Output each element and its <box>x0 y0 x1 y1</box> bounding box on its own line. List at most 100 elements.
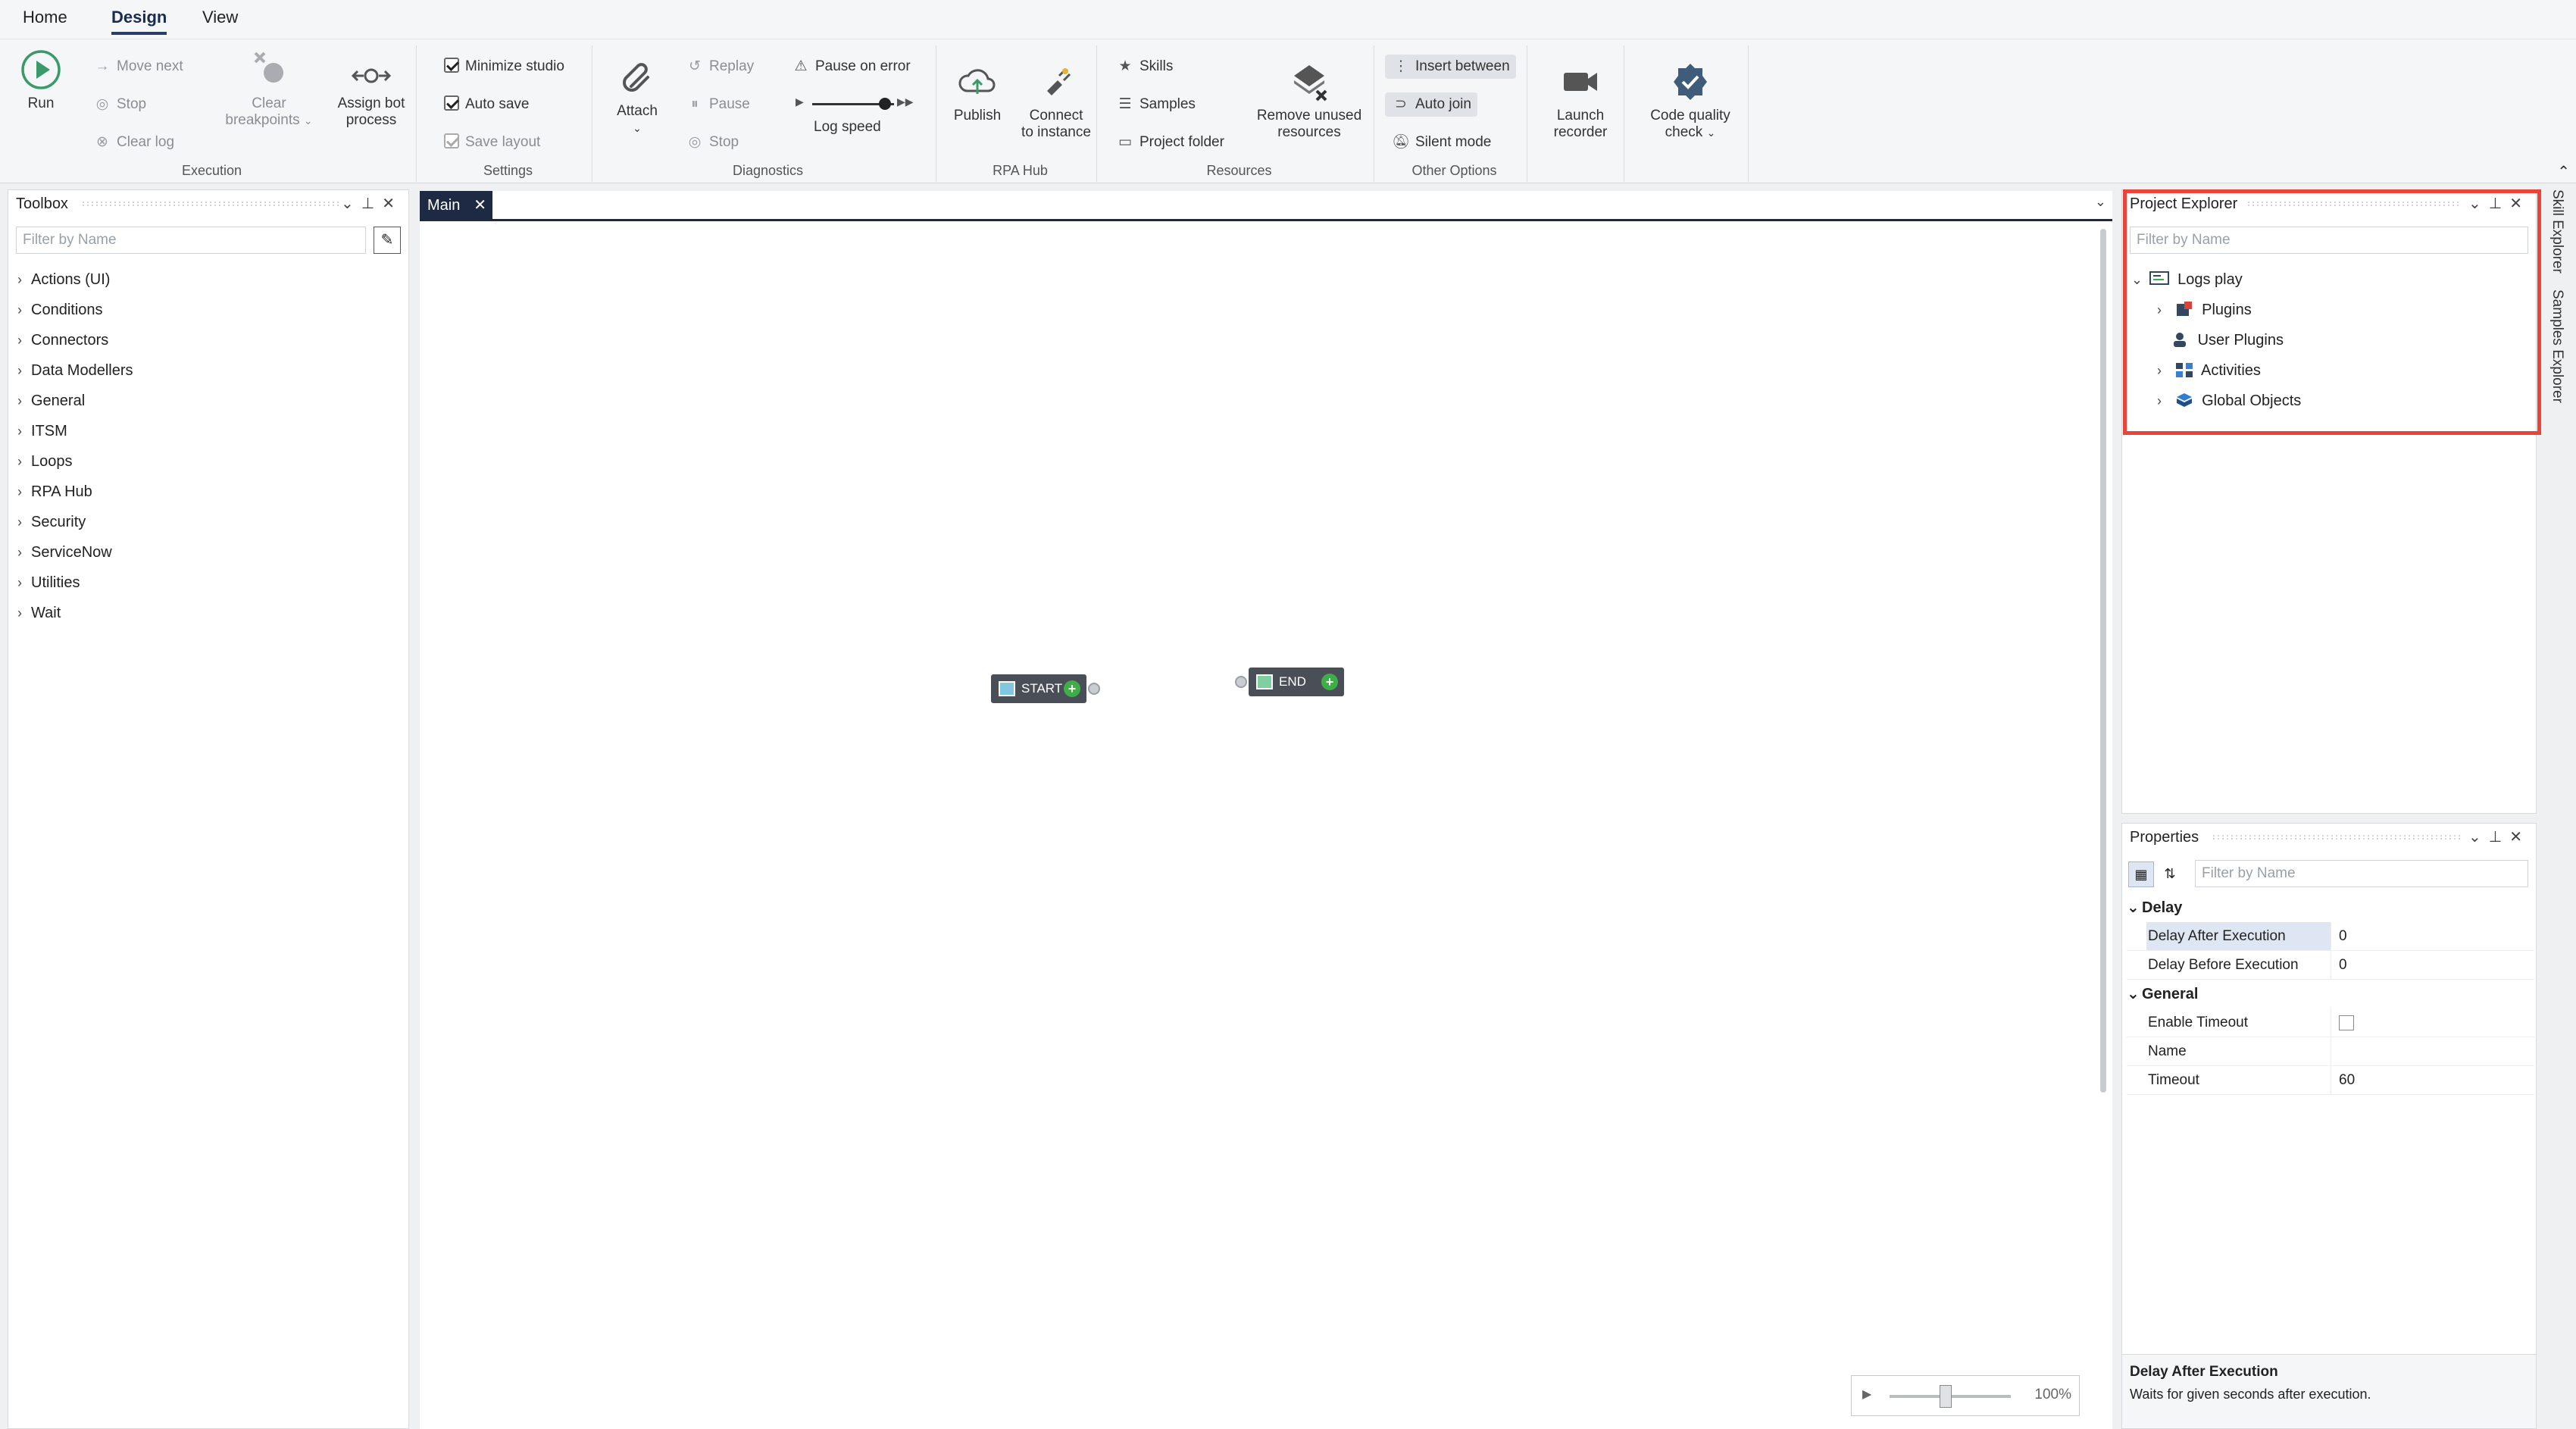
save-layout-checkbox[interactable]: Save layout <box>444 130 540 155</box>
slider-thumb[interactable] <box>879 98 891 110</box>
chevron-right-icon[interactable]: › <box>17 264 31 295</box>
close-icon[interactable]: ✕ <box>474 191 486 220</box>
pause-on-error-button[interactable]: ⚠ Pause on error <box>791 55 911 79</box>
play-icon[interactable]: ▶ <box>1862 1387 1871 1402</box>
remove-unused-resources-button[interactable]: Remove unused resources <box>1249 61 1370 141</box>
workflow-canvas[interactable]: START + END + <box>420 221 2112 1429</box>
toolbox-category[interactable]: › Actions (UI) <box>17 264 110 295</box>
chevron-right-icon[interactable]: › <box>17 477 31 507</box>
toolbox-category[interactable]: › General <box>17 386 85 416</box>
categorized-view-button[interactable]: ▦ <box>2128 861 2154 887</box>
chevron-right-icon[interactable]: › <box>17 295 31 325</box>
property-row[interactable]: Name <box>2127 1037 2534 1066</box>
start-output-port[interactable] <box>1088 683 1100 695</box>
enable-timeout-checkbox[interactable] <box>2339 1015 2354 1030</box>
samples-button[interactable]: ☰ Samples <box>1115 92 1195 117</box>
panel-grip[interactable] <box>2212 834 2462 840</box>
silent-mode-toggle[interactable]: 🔕︎ Silent mode <box>1391 130 1491 155</box>
tab-design[interactable]: Design <box>111 8 167 35</box>
pause-on-error-label: Pause on error <box>815 58 911 74</box>
toolbox-category[interactable]: › Connectors <box>17 325 108 355</box>
attach-button[interactable]: Attach ⌄ <box>603 56 671 136</box>
add-step-icon[interactable]: + <box>1064 680 1080 697</box>
launch-recorder-button[interactable]: Launch recorder <box>1543 61 1618 141</box>
chevron-right-icon[interactable]: › <box>17 598 31 628</box>
close-icon[interactable]: ✕ <box>382 195 402 212</box>
insert-between-toggle[interactable]: ⋮ Insert between <box>1385 55 1516 79</box>
zoom-thumb[interactable] <box>1940 1385 1952 1408</box>
cloud-upload-icon <box>958 69 996 94</box>
toolbox-category[interactable]: › Data Modellers <box>17 355 133 386</box>
log-speed-slider[interactable]: ▶ ▶▶ <box>796 95 914 114</box>
connect-to-instance-button[interactable]: Connect to instance <box>1017 61 1096 141</box>
property-row[interactable]: Delay After Execution 0 <box>2127 922 2534 951</box>
skill-explorer-tab[interactable]: Skill Explorer <box>2549 189 2565 274</box>
auto-save-checkbox[interactable]: Auto save <box>444 92 530 117</box>
publish-button[interactable]: Publish <box>947 61 1008 124</box>
property-row[interactable]: Delay Before Execution 0 <box>2127 951 2534 980</box>
close-icon[interactable]: ✕ <box>2509 829 2530 846</box>
toolbox-category[interactable]: › Utilities <box>17 568 80 598</box>
property-value[interactable]: 0 <box>2339 922 2347 950</box>
description-title: Delay After Execution <box>2130 1364 2278 1380</box>
chevron-right-icon[interactable]: › <box>17 446 31 477</box>
move-next-button[interactable]: → Move next <box>92 55 183 79</box>
assign-bot-process-button[interactable]: Assign bot process <box>330 61 413 129</box>
property-row[interactable]: Timeout 60 <box>2127 1066 2534 1095</box>
diagnostics-stop-button[interactable]: ◎ Stop <box>685 130 739 155</box>
chevron-right-icon[interactable]: › <box>17 386 31 416</box>
end-node[interactable]: END + <box>1249 668 1344 696</box>
chevron-down-icon[interactable]: ⌄ <box>2468 829 2489 846</box>
properties-filter-input[interactable] <box>2195 860 2528 887</box>
property-value[interactable]: 0 <box>2339 951 2347 979</box>
toolbox-category[interactable]: › Conditions <box>17 295 103 325</box>
clear-breakpoints-button[interactable]: Clear breakpoints ⌄ <box>220 48 318 129</box>
pin-icon[interactable]: ⊥ <box>361 195 382 212</box>
chevron-down-icon[interactable]: ⌄ <box>2095 194 2106 210</box>
start-node[interactable]: START + <box>991 674 1086 703</box>
chevron-down-icon[interactable]: ⌄ <box>341 195 361 212</box>
auto-join-toggle[interactable]: ⊃ Auto join <box>1385 92 1477 117</box>
samples-explorer-tab[interactable]: Samples Explorer <box>2549 289 2565 403</box>
pin-icon[interactable]: ⊥ <box>2489 829 2509 846</box>
property-value[interactable]: 60 <box>2339 1066 2355 1094</box>
pause-button[interactable]: ⏸ Pause <box>685 92 750 117</box>
tab-main[interactable]: Main ✕ <box>420 191 492 220</box>
property-row[interactable]: Enable Timeout <box>2127 1008 2534 1037</box>
toolbox-category[interactable]: › ITSM <box>17 416 67 446</box>
property-category-delay[interactable]: ⌄ Delay <box>2127 893 2182 922</box>
toolbox-category[interactable]: › Security <box>17 507 86 537</box>
toolbox-category[interactable]: › Wait <box>17 598 61 628</box>
stop-button[interactable]: ◎ Stop <box>92 92 146 117</box>
run-button[interactable]: Run <box>18 48 64 112</box>
end-input-port[interactable] <box>1235 676 1247 688</box>
properties-header: Properties ⌄⊥✕ <box>2122 824 2536 851</box>
chevron-down-icon[interactable]: ⌄ <box>2127 980 2142 1008</box>
toolbox-category[interactable]: › ServiceNow <box>17 537 112 568</box>
sort-alpha-button[interactable]: ⇅ <box>2157 861 2183 887</box>
chevron-down-icon[interactable]: ⌄ <box>2127 893 2142 922</box>
edit-toolbox-button[interactable]: ✎ <box>374 227 401 254</box>
add-step-icon[interactable]: + <box>1321 674 1338 690</box>
project-folder-button[interactable]: ▭ Project folder <box>1115 130 1224 155</box>
chevron-right-icon[interactable]: › <box>17 568 31 598</box>
panel-grip[interactable] <box>81 201 339 207</box>
tab-view[interactable]: View <box>202 8 238 27</box>
toolbox-category[interactable]: › Loops <box>17 446 73 477</box>
code-quality-check-button[interactable]: Code quality check ⌄ <box>1635 61 1746 141</box>
property-category-general[interactable]: ⌄ General <box>2127 980 2198 1008</box>
chevron-right-icon[interactable]: › <box>17 507 31 537</box>
minimize-studio-checkbox[interactable]: Minimize studio <box>444 55 564 79</box>
replay-button[interactable]: ↺ Replay <box>685 55 754 79</box>
vertical-scrollbar[interactable] <box>2100 229 2106 1093</box>
chevron-right-icon[interactable]: › <box>17 416 31 446</box>
clear-log-button[interactable]: ⊗ Clear log <box>92 130 174 155</box>
chevron-right-icon[interactable]: › <box>17 325 31 355</box>
collapse-ribbon-icon[interactable]: ⌃ <box>2557 162 2570 181</box>
chevron-right-icon[interactable]: › <box>17 355 31 386</box>
chevron-right-icon[interactable]: › <box>17 537 31 568</box>
toolbox-category[interactable]: › RPA Hub <box>17 477 92 507</box>
skills-button[interactable]: ★ Skills <box>1115 55 1173 79</box>
tab-home[interactable]: Home <box>23 8 67 27</box>
toolbox-filter-input[interactable] <box>16 227 366 254</box>
